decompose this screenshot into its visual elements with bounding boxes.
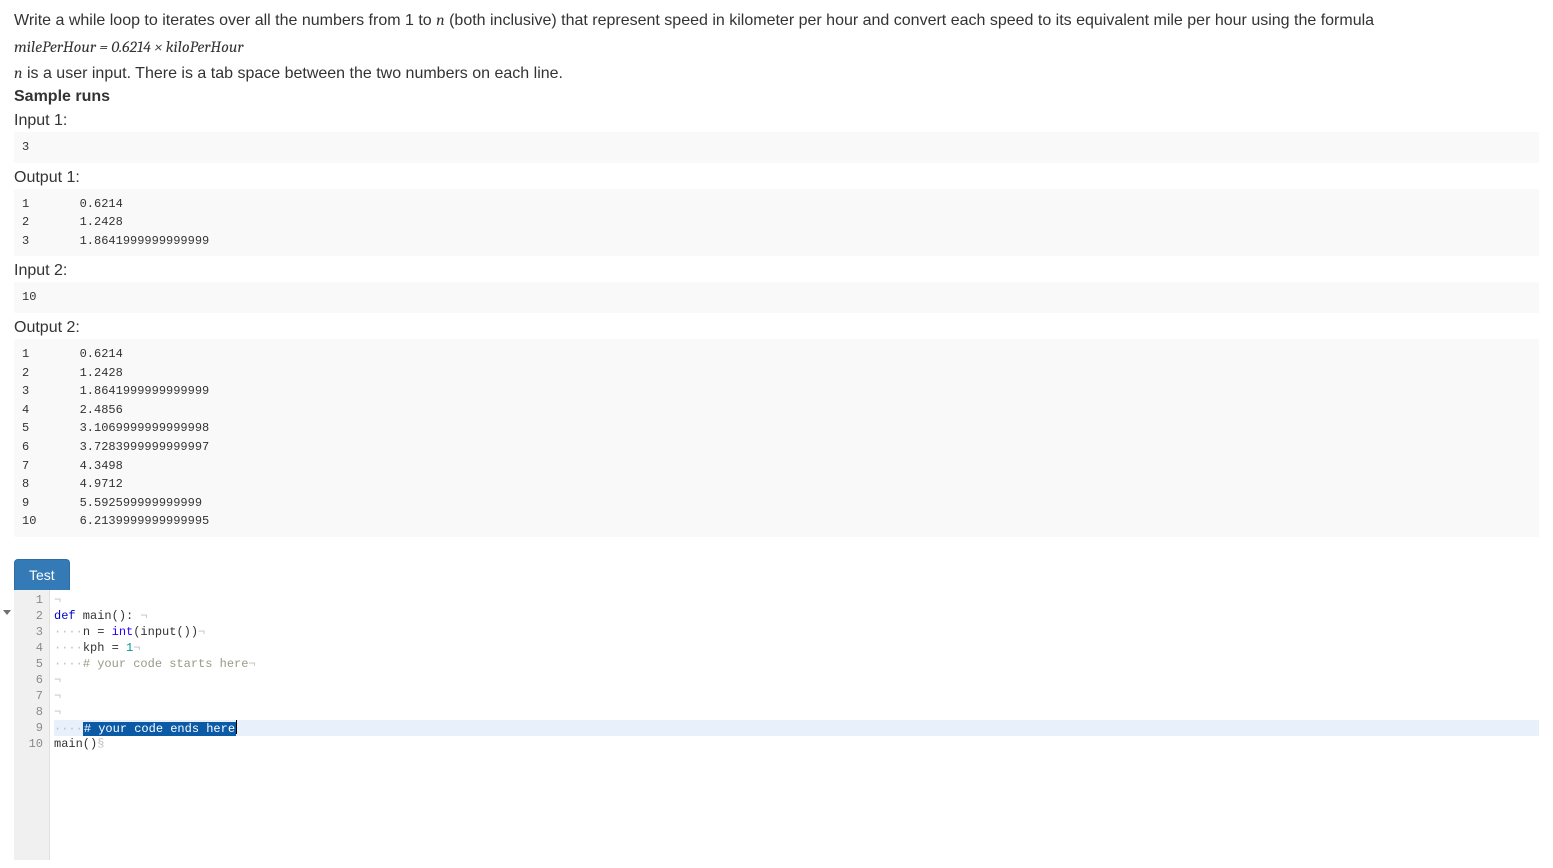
- code-line[interactable]: ····# your code ends here: [54, 720, 1539, 736]
- line-number: 9: [14, 720, 43, 736]
- line-number: 2: [14, 608, 43, 624]
- editor-gutter: 12345678910: [14, 590, 50, 860]
- output2-label: Output 2:: [14, 319, 1539, 337]
- code-editor[interactable]: 12345678910 ¬def main(): ¬····n = int(in…: [14, 590, 1539, 860]
- input1-block: 3: [14, 132, 1539, 163]
- problem-line3-rest: is a user input. There is a tab space be…: [23, 65, 563, 82]
- fold-icon[interactable]: [3, 610, 11, 615]
- code-line[interactable]: ¬: [54, 592, 1539, 608]
- output1-block: 1 0.6214 2 1.2428 3 1.8641999999999999: [14, 189, 1539, 257]
- input2-label: Input 2:: [14, 262, 1539, 280]
- var-n-1: n: [436, 11, 445, 29]
- line-number: 8: [14, 704, 43, 720]
- line-number: 4: [14, 640, 43, 656]
- code-line[interactable]: ····kph = 1¬: [54, 640, 1539, 656]
- code-line[interactable]: ····n = int(input())¬: [54, 624, 1539, 640]
- formula: milePerHour = 0.6214 × kiloPerHour: [14, 35, 1539, 59]
- problem-line1-prefix: Write a while loop to iterates over all …: [14, 12, 436, 29]
- editor-tabs: Test: [14, 559, 1539, 590]
- code-line[interactable]: ····# your code starts here¬: [54, 656, 1539, 672]
- output2-block: 1 0.6214 2 1.2428 3 1.8641999999999999 4…: [14, 339, 1539, 537]
- output1-label: Output 1:: [14, 169, 1539, 187]
- line-number: 10: [14, 736, 43, 752]
- line-number: 3: [14, 624, 43, 640]
- input2-block: 10: [14, 282, 1539, 313]
- tab-test[interactable]: Test: [14, 559, 70, 590]
- code-line[interactable]: ¬: [54, 704, 1539, 720]
- input1-label: Input 1:: [14, 112, 1539, 130]
- line-number: 1: [14, 592, 43, 608]
- line-number: 5: [14, 656, 43, 672]
- code-line[interactable]: def main(): ¬: [54, 608, 1539, 624]
- code-line[interactable]: ¬: [54, 672, 1539, 688]
- problem-line1-suffix: (both inclusive) that represent speed in…: [445, 12, 1374, 29]
- code-line[interactable]: main()§: [54, 736, 1539, 752]
- var-n-2: n: [14, 64, 23, 82]
- code-line[interactable]: ¬: [54, 688, 1539, 704]
- line-number: 6: [14, 672, 43, 688]
- line-number: 7: [14, 688, 43, 704]
- problem-statement: Write a while loop to iterates over all …: [14, 8, 1539, 86]
- sample-runs-heading: Sample runs: [14, 88, 1539, 106]
- text-cursor: [236, 720, 237, 734]
- editor-code-area[interactable]: ¬def main(): ¬····n = int(input())¬····k…: [50, 590, 1539, 860]
